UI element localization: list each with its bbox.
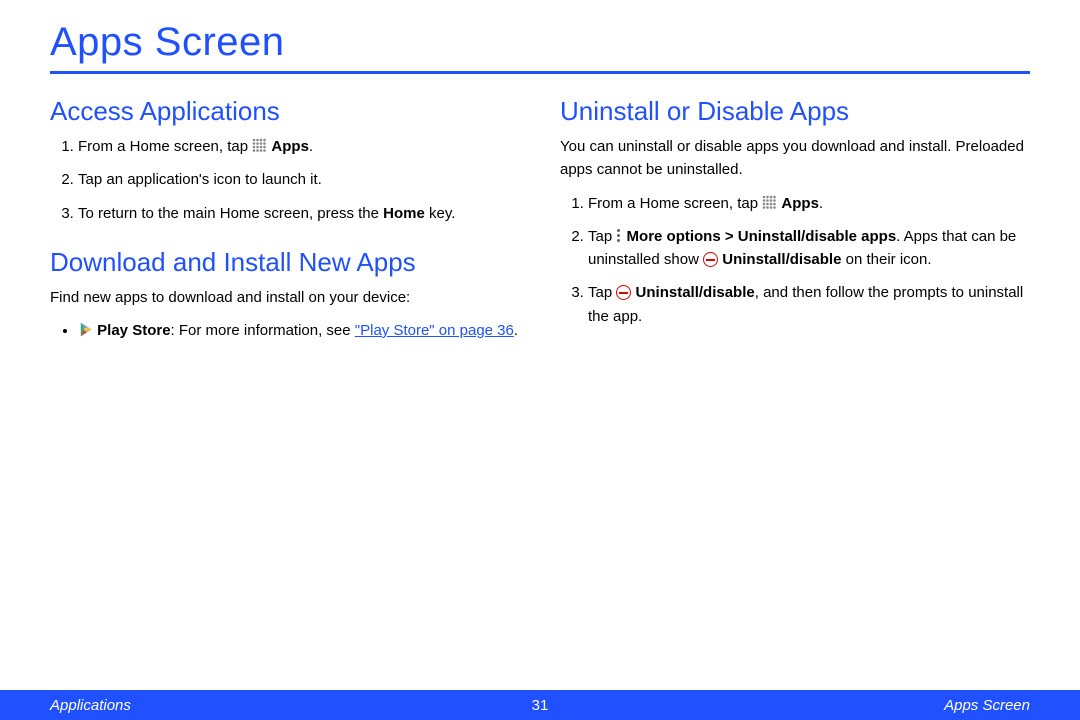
uninstall-steps-list: From a Home screen, tap Apps. Tap More o… [560, 192, 1030, 328]
left-column: Access Applications From a Home screen, … [50, 92, 520, 352]
text: From a Home screen, tap [78, 138, 252, 155]
apps-grid-icon [252, 137, 267, 152]
footer-page-title: Apps Screen [944, 697, 1030, 714]
uninstall-step-1: From a Home screen, tap Apps. [588, 192, 1030, 215]
footer-section-label: Applications [50, 697, 131, 714]
play-store-link[interactable]: "Play Store" on page 36 [355, 322, 514, 339]
access-step-2: Tap an application's icon to launch it. [78, 168, 520, 191]
play-store-icon [78, 321, 93, 336]
heading-download-install: Download and Install New Apps [50, 247, 520, 278]
apps-grid-icon [762, 194, 777, 209]
page-footer: Applications 31 Apps Screen [0, 690, 1080, 720]
home-key-label: Home [383, 205, 425, 222]
play-store-label: Play Store [97, 322, 170, 339]
uninstall-step-3: Tap Uninstall/disable, and then follow t… [588, 281, 1030, 328]
footer-page-number: 31 [532, 697, 549, 714]
page-title: Apps Screen [50, 20, 1030, 74]
text: . [309, 138, 313, 155]
text: on their icon. [841, 251, 931, 268]
uninstall-step-2: Tap More options > Uninstall/disable app… [588, 225, 1030, 272]
text: key. [425, 205, 456, 222]
apps-label: Apps [781, 195, 819, 212]
right-column: Uninstall or Disable Apps You can uninst… [560, 92, 1030, 352]
text: : For more information, see [171, 322, 355, 339]
text: From a Home screen, tap [588, 195, 762, 212]
text: . [514, 322, 518, 339]
uninstall-disable-icon [616, 285, 631, 300]
access-step-3: To return to the main Home screen, press… [78, 202, 520, 225]
uninstall-intro: You can uninstall or disable apps you do… [560, 135, 1030, 182]
uninstall-disable-label: Uninstall/disable [636, 284, 755, 301]
more-options-icon [616, 228, 622, 244]
page: Apps Screen Access Applications From a H… [0, 0, 1080, 720]
content-area: Apps Screen Access Applications From a H… [0, 0, 1080, 352]
text: Tap [588, 284, 616, 301]
heading-access-applications: Access Applications [50, 96, 520, 127]
more-options-path: More options > Uninstall/disable apps [627, 228, 897, 245]
apps-label: Apps [271, 138, 309, 155]
text: To return to the main Home screen, press… [78, 205, 383, 222]
download-bullet-list: Play Store: For more information, see "P… [50, 319, 520, 342]
access-steps-list: From a Home screen, tap Apps. Tap an app… [50, 135, 520, 225]
access-step-1: From a Home screen, tap Apps. [78, 135, 520, 158]
play-store-item: Play Store: For more information, see "P… [78, 319, 520, 342]
text: . [819, 195, 823, 212]
two-column-layout: Access Applications From a Home screen, … [50, 92, 1030, 352]
download-intro: Find new apps to download and install on… [50, 286, 520, 309]
text: Tap [588, 228, 616, 245]
heading-uninstall-disable: Uninstall or Disable Apps [560, 96, 1030, 127]
uninstall-disable-icon [703, 252, 718, 267]
uninstall-disable-label: Uninstall/disable [722, 251, 841, 268]
